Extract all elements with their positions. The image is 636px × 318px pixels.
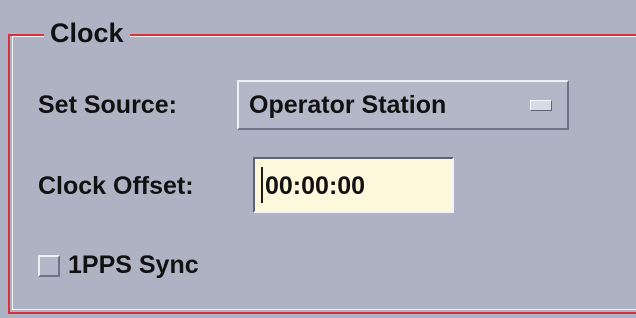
text-cursor [261,167,263,203]
set-source-selected-value: Operator Station [249,91,447,119]
clock-offset-value: 00:00:00 [265,172,366,200]
clock-offset-field[interactable]: 00:00:00 [253,157,454,213]
set-source-label: Set Source: [38,91,177,119]
pps-sync-label[interactable]: 1PPS Sync [68,250,199,280]
pps-sync-checkbox[interactable] [38,255,60,277]
clock-group-title: Clock [44,16,130,50]
clock-offset-label: Clock Offset: [38,172,194,200]
set-source-option-menu[interactable]: Operator Station [237,80,569,130]
option-menu-indicator-icon [530,100,552,111]
